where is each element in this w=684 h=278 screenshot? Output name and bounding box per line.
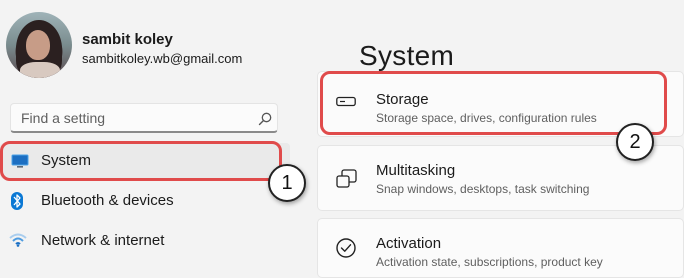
card-title: Activation: [376, 235, 442, 252]
page-title: System: [359, 40, 455, 71]
user-name: sambit koley: [82, 31, 173, 48]
bluetooth-icon: [11, 192, 23, 210]
highlight-box-system: [0, 141, 282, 181]
search-icon[interactable]: [257, 111, 273, 127]
card-title: Multitasking: [376, 162, 456, 179]
search-input[interactable]: Find a setting: [10, 103, 278, 133]
search-placeholder: Find a setting: [21, 110, 106, 126]
sidebar-item-bluetooth[interactable]: Bluetooth & devices: [0, 183, 290, 219]
activation-icon: [336, 238, 356, 258]
sidebar-item-label: Network & internet: [41, 232, 165, 249]
highlight-box-storage: [320, 71, 667, 135]
card-subtitle: Activation state, subscriptions, product…: [376, 255, 603, 269]
user-email: sambitkoley.wb@gmail.com: [82, 51, 243, 66]
activation-card[interactable]: Activation Activation state, subscriptio…: [317, 218, 684, 278]
step-badge-1: 1: [268, 164, 306, 202]
wifi-icon: [9, 233, 27, 247]
step-badge-2: 2: [616, 123, 654, 161]
avatar[interactable]: [6, 12, 72, 78]
sidebar-item-label: Bluetooth & devices: [41, 192, 174, 209]
multitasking-icon: [336, 169, 357, 188]
sidebar-item-network[interactable]: Network & internet: [0, 223, 290, 259]
card-subtitle: Snap windows, desktops, task switching: [376, 182, 590, 196]
